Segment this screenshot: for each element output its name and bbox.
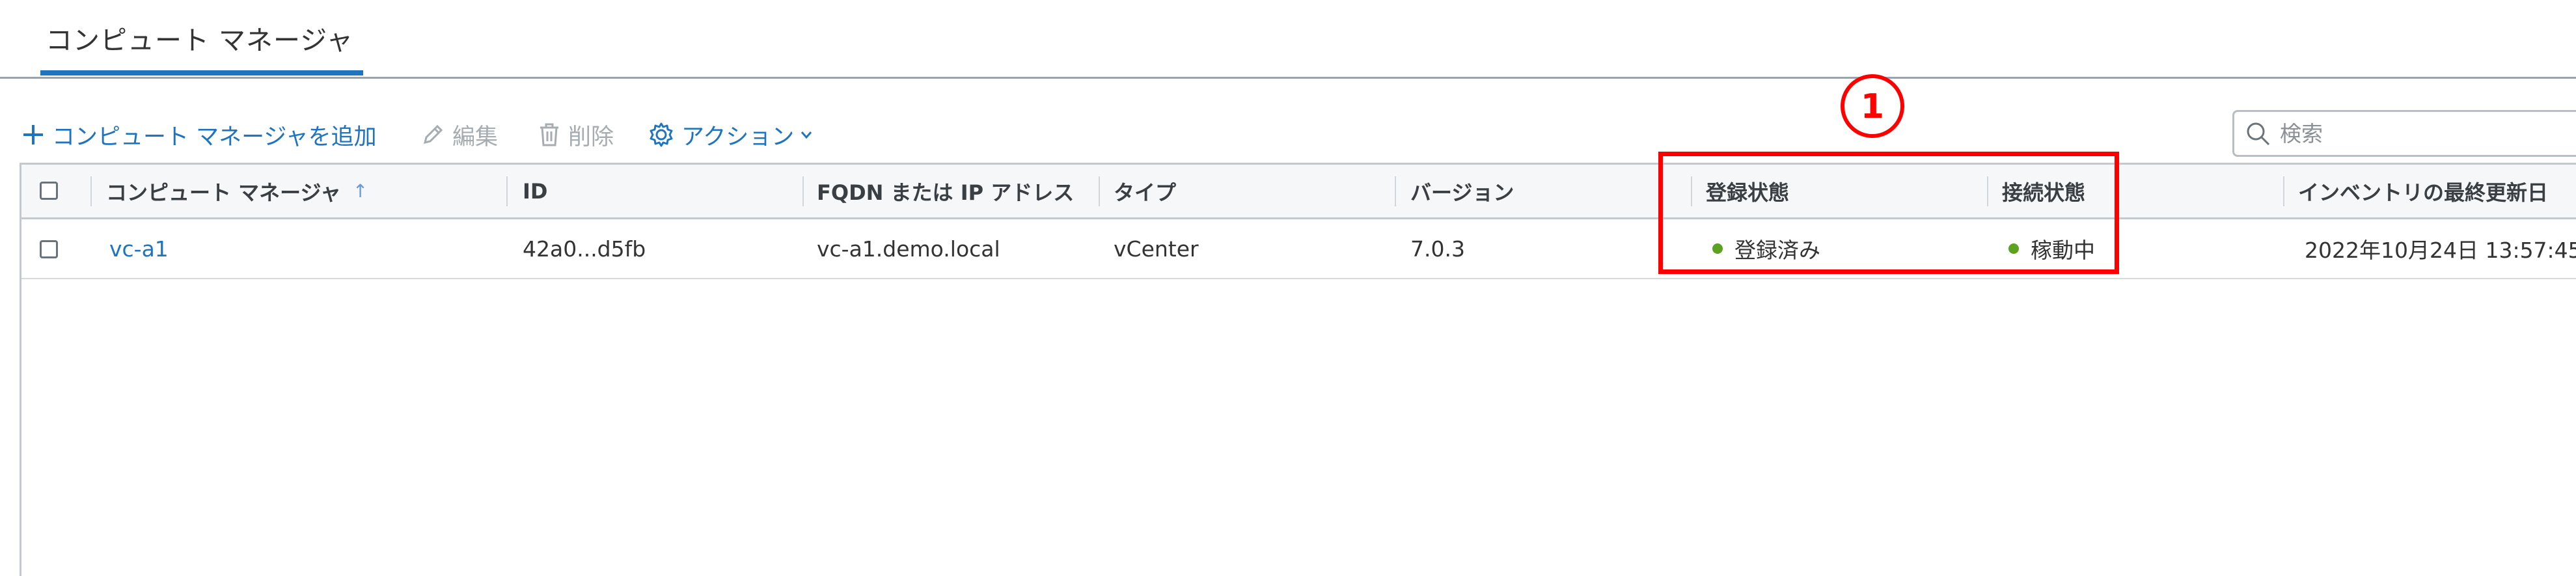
plus-icon	[23, 125, 43, 144]
column-header-name-label: コンピュート マネージャ	[106, 180, 341, 205]
sort-ascending-icon: ↑	[352, 180, 368, 202]
gear-icon	[650, 122, 673, 147]
delete-label: 削除	[568, 124, 614, 150]
select-all-checkbox[interactable]	[40, 182, 58, 200]
compute-manager-grid: コンピュート マネージャ ↑ ID FQDN または IP アドレス タイプ バ…	[20, 163, 2576, 576]
chevron-down-icon	[801, 131, 812, 139]
search-icon	[2247, 122, 2270, 146]
compute-manager-fqdn: vc-a1.demo.local	[817, 236, 1000, 262]
column-header-fqdn[interactable]: FQDN または IP アドレス	[817, 165, 1074, 217]
search-field[interactable]	[2232, 110, 2576, 157]
annotation-highlight-box	[1658, 152, 2119, 274]
actions-label: アクション	[681, 124, 795, 150]
edit-label: 編集	[452, 124, 499, 150]
annotation-number: 1	[1861, 87, 1884, 126]
column-separator	[802, 176, 804, 206]
pencil-icon	[423, 124, 443, 144]
column-separator	[2283, 176, 2284, 206]
compute-manager-name-link[interactable]: vc-a1	[109, 219, 169, 278]
annotation-marker: 1	[1837, 70, 1908, 142]
trash-icon	[540, 123, 558, 146]
search-input[interactable]	[2280, 120, 2576, 146]
delete-button[interactable]: 削除	[537, 116, 614, 154]
tab-compute-manager[interactable]: コンピュート マネージャ	[46, 18, 353, 57]
last-inventory-update: 2022年10月24日 13:57:45	[2305, 238, 2576, 263]
column-header-last-inventory-update[interactable]: インベントリの最終更新日	[2298, 165, 2548, 217]
table-row[interactable]: vc-a1 42a0...d5fb vc-a1.demo.local vCent…	[21, 219, 2576, 279]
column-header-version[interactable]: バージョン	[1410, 165, 1514, 217]
circled-number-icon: 1	[1841, 74, 1904, 138]
column-separator	[506, 176, 508, 206]
edit-button[interactable]: 編集	[420, 116, 498, 154]
grid-header: コンピュート マネージャ ↑ ID FQDN または IP アドレス タイプ バ…	[21, 165, 2576, 219]
column-separator	[1395, 176, 1396, 206]
column-separator	[1099, 176, 1100, 206]
active-tab-indicator	[40, 70, 363, 75]
column-header-name[interactable]: コンピュート マネージャ ↑	[106, 165, 368, 217]
compute-manager-version: 7.0.3	[1410, 236, 1465, 262]
actions-menu-button[interactable]: アクション	[648, 116, 815, 154]
compute-manager-id: 42a0...d5fb	[523, 236, 646, 262]
column-separator	[90, 176, 92, 206]
compute-manager-type: vCenter	[1114, 236, 1199, 262]
compute-manager-page: コンピュート マネージャ コンピュート マネージャを追加 編集 削除 アクション…	[0, 0, 2576, 576]
add-compute-manager-button[interactable]: コンピュート マネージャを追加	[21, 116, 377, 154]
add-compute-manager-label: コンピュート マネージャを追加	[52, 124, 377, 150]
row-select-checkbox[interactable]	[40, 240, 58, 258]
column-header-type[interactable]: タイプ	[1114, 165, 1176, 217]
column-header-id[interactable]: ID	[523, 165, 547, 217]
tab-divider	[0, 77, 2576, 79]
